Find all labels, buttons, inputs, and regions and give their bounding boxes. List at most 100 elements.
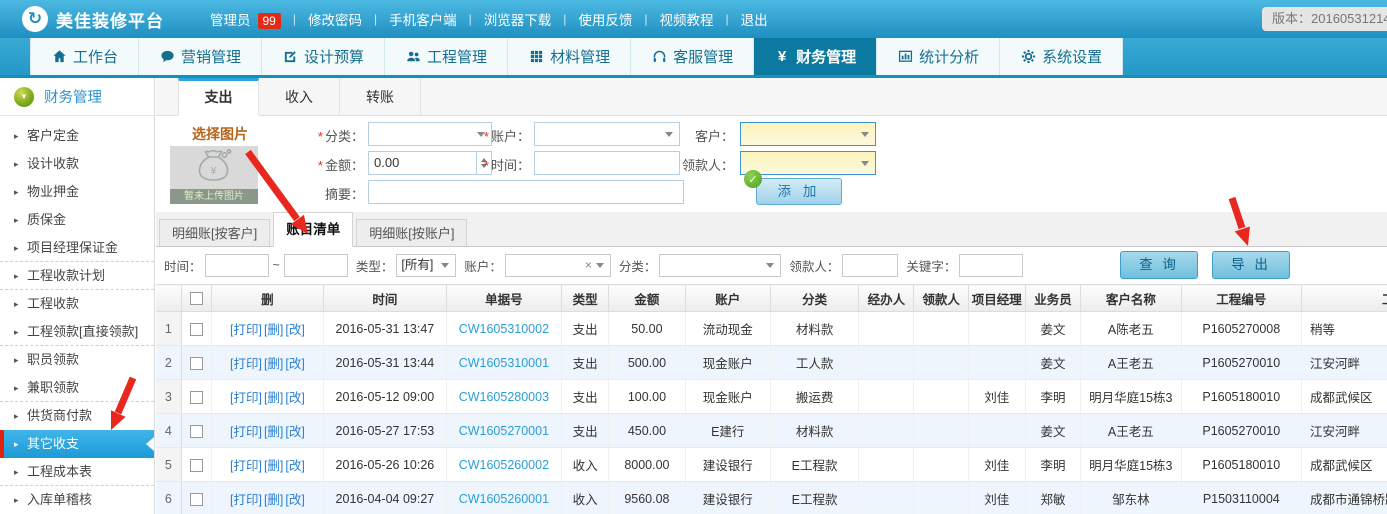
doc-number-link[interactable]: CW1605270001 bbox=[459, 424, 549, 438]
notification-badge[interactable]: 99 bbox=[258, 13, 281, 29]
sidebar-item-supplier-payment[interactable]: ▸供货商付款 bbox=[0, 402, 154, 430]
admin-menu-item[interactable]: 管理员99 bbox=[210, 9, 281, 29]
sidebar-item-other-income-expense[interactable]: ▸其它收支 bbox=[0, 430, 154, 458]
export-button[interactable]: 导 出 bbox=[1212, 251, 1290, 279]
doc-number-link[interactable]: CW1605260002 bbox=[459, 458, 549, 472]
sidebar-item-staff-withdrawal[interactable]: ▸职员领款 bbox=[0, 346, 154, 374]
filter-bar: 时间： ~ 类型： [所有] 账户： × 分类： 领款人： 关键字： 查 询 导… bbox=[156, 247, 1387, 283]
row-checkbox[interactable] bbox=[190, 323, 203, 336]
sidebar-item-pm-deposit[interactable]: ▸项目经理保证金 bbox=[0, 234, 154, 262]
row-checkbox[interactable] bbox=[190, 425, 203, 438]
type-select[interactable]: [所有] bbox=[396, 254, 456, 277]
brand-logo-icon: ↻ bbox=[22, 6, 48, 32]
nav-tab-engineering[interactable]: 工程管理 bbox=[385, 38, 508, 75]
sidebar-item-warranty-deposit[interactable]: ▸质保金 bbox=[0, 206, 154, 234]
pick-image-button[interactable]: 选择图片 bbox=[192, 124, 248, 144]
tab-transfer[interactable]: 转账 bbox=[340, 78, 421, 115]
print-link[interactable]: [打印] bbox=[230, 357, 262, 371]
sidebar-item-project-withdrawal[interactable]: ▸工程领款[直接领款] bbox=[0, 318, 154, 346]
time-to-input[interactable] bbox=[284, 254, 348, 277]
change-password-link[interactable]: 修改密码 bbox=[308, 9, 362, 29]
category-filter-select[interactable] bbox=[659, 254, 781, 277]
nav-tab-settings[interactable]: 系统设置 bbox=[1000, 38, 1123, 75]
cell-category: 搬运费 bbox=[770, 380, 858, 414]
edit-link[interactable]: [改] bbox=[285, 391, 304, 405]
cell-manager: 刘佳 bbox=[968, 448, 1025, 482]
row-checkbox[interactable] bbox=[190, 493, 203, 506]
add-button[interactable]: 添 加 bbox=[756, 178, 842, 205]
edit-link[interactable]: [改] bbox=[285, 425, 304, 439]
bullet-arrow-icon: ▸ bbox=[14, 486, 19, 514]
summary-input[interactable] bbox=[368, 180, 684, 204]
video-tutorial-link[interactable]: 视频教程 bbox=[659, 9, 713, 29]
print-link[interactable]: [打印] bbox=[230, 459, 262, 473]
clear-icon[interactable]: × bbox=[585, 255, 592, 276]
sidebar-section-finance[interactable]: ▼ 财务管理 bbox=[0, 78, 154, 116]
search-button[interactable]: 查 询 bbox=[1120, 251, 1198, 279]
keyword-input[interactable] bbox=[959, 254, 1023, 277]
payee-filter-input[interactable] bbox=[842, 254, 898, 277]
row-checkbox[interactable] bbox=[190, 459, 203, 472]
print-link[interactable]: [打印] bbox=[230, 323, 262, 337]
delete-link[interactable]: [删] bbox=[264, 493, 283, 507]
select-all-checkbox[interactable] bbox=[190, 292, 203, 305]
sidebar-item-project-cost-sheet[interactable]: ▸工程成本表 bbox=[0, 458, 154, 486]
print-link[interactable]: [打印] bbox=[230, 425, 262, 439]
feedback-link[interactable]: 使用反馈 bbox=[578, 9, 632, 29]
cell-salesman: 李明 bbox=[1025, 448, 1080, 482]
account-filter-select[interactable]: × bbox=[505, 254, 611, 277]
time-input[interactable] bbox=[534, 151, 680, 175]
edit-link[interactable]: [改] bbox=[285, 493, 304, 507]
nav-tab-statistics[interactable]: 统计分析 bbox=[877, 38, 1000, 75]
sidebar-item-property-deposit[interactable]: ▸物业押金 bbox=[0, 178, 154, 206]
menu-separator: | bbox=[469, 12, 472, 26]
payee-select[interactable] bbox=[740, 151, 876, 175]
print-link[interactable]: [打印] bbox=[230, 391, 262, 405]
row-checkbox[interactable] bbox=[190, 391, 203, 404]
sidebar-item-inbound-audit[interactable]: ▸入库单稽核 bbox=[0, 486, 154, 514]
cell-time: 2016-05-31 13:44 bbox=[324, 346, 446, 380]
edit-link[interactable]: [改] bbox=[285, 323, 304, 337]
delete-link[interactable]: [删] bbox=[264, 459, 283, 473]
tab-income[interactable]: 收入 bbox=[259, 78, 340, 115]
cell-account: 现金账户 bbox=[685, 346, 770, 380]
nav-tab-materials[interactable]: 材料管理 bbox=[508, 38, 631, 75]
cell-address: 江安河畔 bbox=[1302, 346, 1387, 380]
browser-download-link[interactable]: 浏览器下载 bbox=[484, 9, 552, 29]
nav-tab-marketing[interactable]: 营销管理 bbox=[139, 38, 262, 75]
print-link[interactable]: [打印] bbox=[230, 493, 262, 507]
tab-detail-by-account[interactable]: 明细账[按账户] bbox=[356, 219, 467, 246]
tab-expense[interactable]: 支出 bbox=[178, 78, 259, 116]
doc-number-link[interactable]: CW1605280003 bbox=[459, 390, 549, 404]
logout-link[interactable]: 退出 bbox=[741, 9, 768, 29]
sidebar-item-project-collection[interactable]: ▸工程收款 bbox=[0, 290, 154, 318]
customer-select[interactable] bbox=[740, 122, 876, 146]
nav-tab-workbench[interactable]: 工作台 bbox=[30, 38, 139, 75]
image-upload-placeholder[interactable]: ¥ 暂未上传图片 bbox=[170, 146, 258, 204]
edit-link[interactable]: [改] bbox=[285, 459, 304, 473]
cell-time: 2016-04-04 09:27 bbox=[324, 482, 446, 514]
sidebar-item-parttime-withdrawal[interactable]: ▸兼职领款 bbox=[0, 374, 154, 402]
delete-link[interactable]: [删] bbox=[264, 391, 283, 405]
mobile-client-link[interactable]: 手机客户端 bbox=[389, 9, 457, 29]
time-from-input[interactable] bbox=[205, 254, 269, 277]
doc-number-link[interactable]: CW1605310001 bbox=[459, 356, 549, 370]
account-select[interactable] bbox=[534, 122, 680, 146]
sidebar-item-customer-deposit[interactable]: ▸客户定金 bbox=[0, 122, 154, 150]
nav-tab-design-budget[interactable]: 设计预算 bbox=[262, 38, 385, 75]
cell-type: 支出 bbox=[562, 312, 609, 346]
delete-link[interactable]: [删] bbox=[264, 323, 283, 337]
sidebar-item-collection-plan[interactable]: ▸工程收款计划 bbox=[0, 262, 154, 290]
bullet-arrow-icon: ▸ bbox=[14, 234, 19, 262]
edit-link[interactable]: [改] bbox=[285, 357, 304, 371]
sidebar-item-design-payment[interactable]: ▸设计收款 bbox=[0, 150, 154, 178]
tab-account-list[interactable]: 账目清单 bbox=[273, 212, 353, 247]
delete-link[interactable]: [删] bbox=[264, 425, 283, 439]
doc-number-link[interactable]: CW1605310002 bbox=[459, 322, 549, 336]
nav-tab-customer-service[interactable]: 客服管理 bbox=[631, 38, 754, 75]
tab-detail-by-customer[interactable]: 明细账[按客户] bbox=[159, 219, 270, 246]
nav-tab-finance[interactable]: ¥ 财务管理 bbox=[754, 38, 877, 75]
doc-number-link[interactable]: CW1605260001 bbox=[459, 492, 549, 506]
delete-link[interactable]: [删] bbox=[264, 357, 283, 371]
row-checkbox[interactable] bbox=[190, 357, 203, 370]
